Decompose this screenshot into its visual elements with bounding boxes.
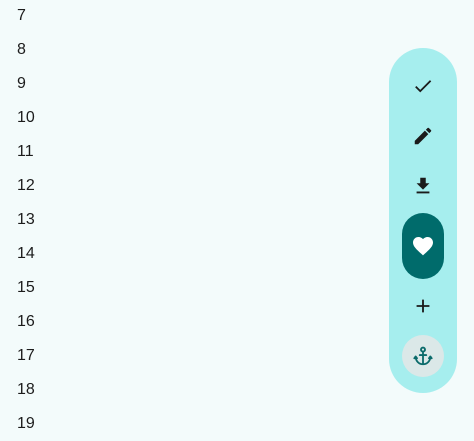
list-item: 13 xyxy=(17,211,35,228)
list-item: 17 xyxy=(17,347,35,364)
list-item: 16 xyxy=(17,313,35,330)
check-icon xyxy=(415,80,432,93)
check-button[interactable] xyxy=(402,65,444,107)
list-item: 8 xyxy=(17,41,26,58)
anchor-icon xyxy=(413,346,433,366)
list-item: 9 xyxy=(17,75,26,92)
list-item: 15 xyxy=(17,279,35,296)
list-item: 11 xyxy=(17,143,34,160)
list-item: 12 xyxy=(17,177,35,194)
anchor-button[interactable] xyxy=(402,335,444,377)
favorite-button[interactable] xyxy=(402,213,444,279)
list-item: 10 xyxy=(17,109,35,126)
download-button[interactable] xyxy=(402,165,444,207)
list-item: 19 xyxy=(17,415,35,432)
list-item: 14 xyxy=(17,245,35,262)
list-item: 18 xyxy=(17,381,35,398)
add-button[interactable] xyxy=(402,285,444,327)
pencil-icon xyxy=(414,127,432,145)
heart-icon xyxy=(413,237,433,256)
download-icon xyxy=(416,177,430,194)
floating-toolbar xyxy=(389,48,457,393)
list-item: 7 xyxy=(17,7,26,24)
plus-icon xyxy=(416,299,430,313)
number-list: 7 8 9 10 11 12 13 14 15 16 17 18 19 xyxy=(0,0,380,441)
edit-button[interactable] xyxy=(402,115,444,157)
